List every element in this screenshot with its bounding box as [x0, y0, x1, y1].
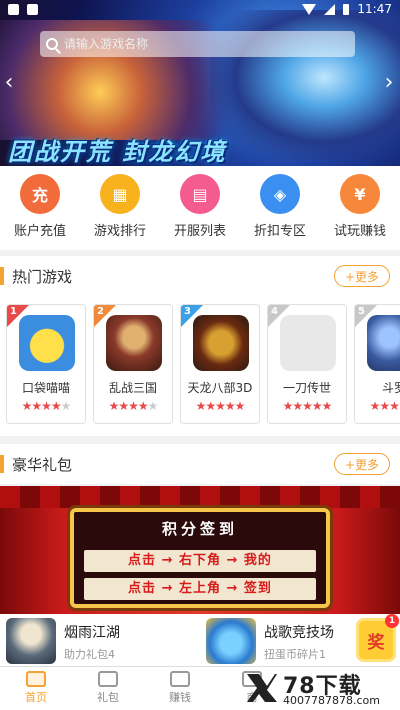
nav-label: 折扣专区 — [253, 224, 306, 239]
nav-discount-zone[interactable]: ◈ 折扣专区 — [245, 174, 315, 250]
gift-icon — [98, 671, 118, 687]
reward-label: 奖 — [367, 632, 385, 653]
recharge-icon: 充 — [20, 174, 60, 214]
search-bar[interactable] — [40, 31, 355, 57]
tab-earn[interactable]: 赚钱 — [144, 667, 216, 710]
game-card[interactable]: 2 乱战三国 ★★★★★ — [93, 304, 173, 424]
nav-label: 游戏排行 — [93, 224, 146, 239]
sign-instruction: 点击 → 左上角 → 签到 — [84, 578, 316, 600]
battery-icon — [343, 3, 350, 15]
nav-label: 试玩赚钱 — [333, 224, 386, 239]
tab-home[interactable]: 首页 — [0, 667, 72, 710]
wallet-icon — [170, 671, 190, 687]
nav-game-ranking[interactable]: ▦ 游戏排行 — [85, 174, 155, 250]
rating-stars: ★★★★★ — [195, 399, 246, 413]
reward-float-button[interactable]: 奖 1 — [356, 614, 399, 662]
tag-icon: ◈ — [260, 174, 300, 214]
recommend-item[interactable]: 烟雨江湖 助力礼包4 — [6, 618, 120, 664]
checkin-sign: 积分签到 点击 → 右下角 → 我的 点击 → 左上角 → 签到 — [70, 508, 330, 608]
status-bar: 11:47 — [0, 0, 400, 20]
game-name: 斗罗 — [381, 381, 400, 395]
rating-stars: ★★★★★ — [21, 399, 72, 413]
search-input[interactable] — [64, 37, 344, 51]
game-card[interactable]: 3 天龙八部3D ★★★★★ — [180, 304, 260, 424]
tab-gifts[interactable]: 礼包 — [72, 667, 144, 710]
recommend-subtitle: 助力礼包4 — [64, 648, 115, 661]
signal-icon — [324, 3, 336, 15]
home-icon — [26, 671, 46, 687]
banner-title: 团战开荒 封龙幻境 — [8, 138, 227, 166]
banner-next-arrow-icon[interactable]: › — [382, 70, 396, 95]
rating-stars: ★★★★★ — [282, 399, 333, 413]
list-icon: ▤ — [180, 174, 220, 214]
section-title: 热门游戏 — [12, 267, 73, 286]
hot-games-header: 热门游戏 +更多 — [0, 256, 400, 296]
nav-server-list[interactable]: ▤ 开服列表 — [165, 174, 235, 250]
watermark-url: 4007787878.com — [283, 694, 380, 707]
recommend-title: 烟雨江湖 — [64, 625, 120, 641]
curtain-decoration — [0, 486, 400, 508]
notification-icon — [8, 4, 19, 15]
game-card[interactable]: 4 一刀传世 ★★★★★ — [267, 304, 347, 424]
section-title: 豪华礼包 — [12, 455, 73, 474]
nav-label: 开服列表 — [173, 224, 226, 239]
game-card[interactable]: 5 斗罗 ★★★★★ — [354, 304, 400, 424]
banner-carousel[interactable]: 团战开荒 封龙幻境 ‹ › — [0, 0, 400, 166]
search-icon — [46, 38, 58, 50]
recommend-title: 战歌竞技场 — [264, 625, 334, 641]
game-name: 一刀传世 — [282, 381, 331, 395]
tab-label: 礼包 — [97, 691, 119, 704]
rank-number: 5 — [358, 306, 365, 317]
wifi-icon — [302, 3, 317, 15]
quick-nav: 充 账户充值 ▦ 游戏排行 ▤ 开服列表 ◈ 折扣专区 ¥ 试玩赚钱 — [0, 166, 400, 250]
game-name: 口袋喵喵 — [21, 381, 70, 395]
reward-badge: 1 — [385, 614, 399, 628]
hot-games-list: 1 口袋喵喵 ★★★★★ 2 乱战三国 ★★★★★ 3 天龙八部3D ★★★★★… — [0, 296, 400, 436]
banner-prev-arrow-icon[interactable]: ‹ — [2, 70, 16, 95]
watermark-logo-icon — [247, 674, 277, 702]
coin-icon: ¥ — [340, 174, 380, 214]
recommend-item[interactable]: 战歌竞技场 扭蛋币碎片1 — [206, 618, 334, 664]
rating-stars: ★★★★★ — [369, 399, 400, 413]
game-thumbnail — [6, 618, 56, 664]
status-time: 11:47 — [357, 2, 392, 16]
app-screen: 团战开荒 封龙幻境 ‹ › 11:47 充 账户充值 ▦ 游戏排行 ▤ — [0, 0, 400, 710]
sign-title: 积分签到 — [161, 520, 238, 538]
rank-number: 1 — [10, 306, 17, 317]
game-thumbnail — [206, 618, 256, 664]
sd-card-icon — [27, 4, 38, 15]
hot-games-more-button[interactable]: +更多 — [334, 265, 390, 287]
ranking-grid-icon: ▦ — [100, 174, 140, 214]
tab-label: 赚钱 — [169, 691, 191, 704]
game-name: 天龙八部3D — [187, 381, 253, 395]
checkin-banner[interactable]: 积分签到 点击 → 右下角 → 我的 点击 → 左上角 → 签到 — [0, 486, 400, 614]
recommend-strip: 烟雨江湖 助力礼包4 战歌竞技场 扭蛋币碎片1 — [0, 614, 400, 666]
rank-number: 2 — [97, 306, 104, 317]
gift-more-button[interactable]: +更多 — [334, 453, 390, 475]
nav-label: 账户充值 — [13, 224, 66, 239]
gift-header: 豪华礼包 +更多 — [0, 444, 400, 484]
tab-label: 首页 — [25, 691, 47, 704]
rank-number: 3 — [184, 306, 191, 317]
section-accent-bar — [0, 267, 4, 285]
section-accent-bar — [0, 455, 4, 473]
sign-instruction: 点击 → 右下角 → 我的 — [84, 550, 316, 572]
game-card[interactable]: 1 口袋喵喵 ★★★★★ — [6, 304, 86, 424]
rank-number: 4 — [271, 306, 278, 317]
nav-trial-earn[interactable]: ¥ 试玩赚钱 — [325, 174, 395, 250]
nav-account-recharge[interactable]: 充 账户充值 — [5, 174, 75, 250]
recommend-subtitle: 扭蛋币碎片1 — [264, 648, 326, 661]
rating-stars: ★★★★★ — [108, 399, 159, 413]
game-name: 乱战三国 — [108, 381, 157, 395]
site-watermark: 78下载 4007787878.com — [245, 668, 400, 710]
